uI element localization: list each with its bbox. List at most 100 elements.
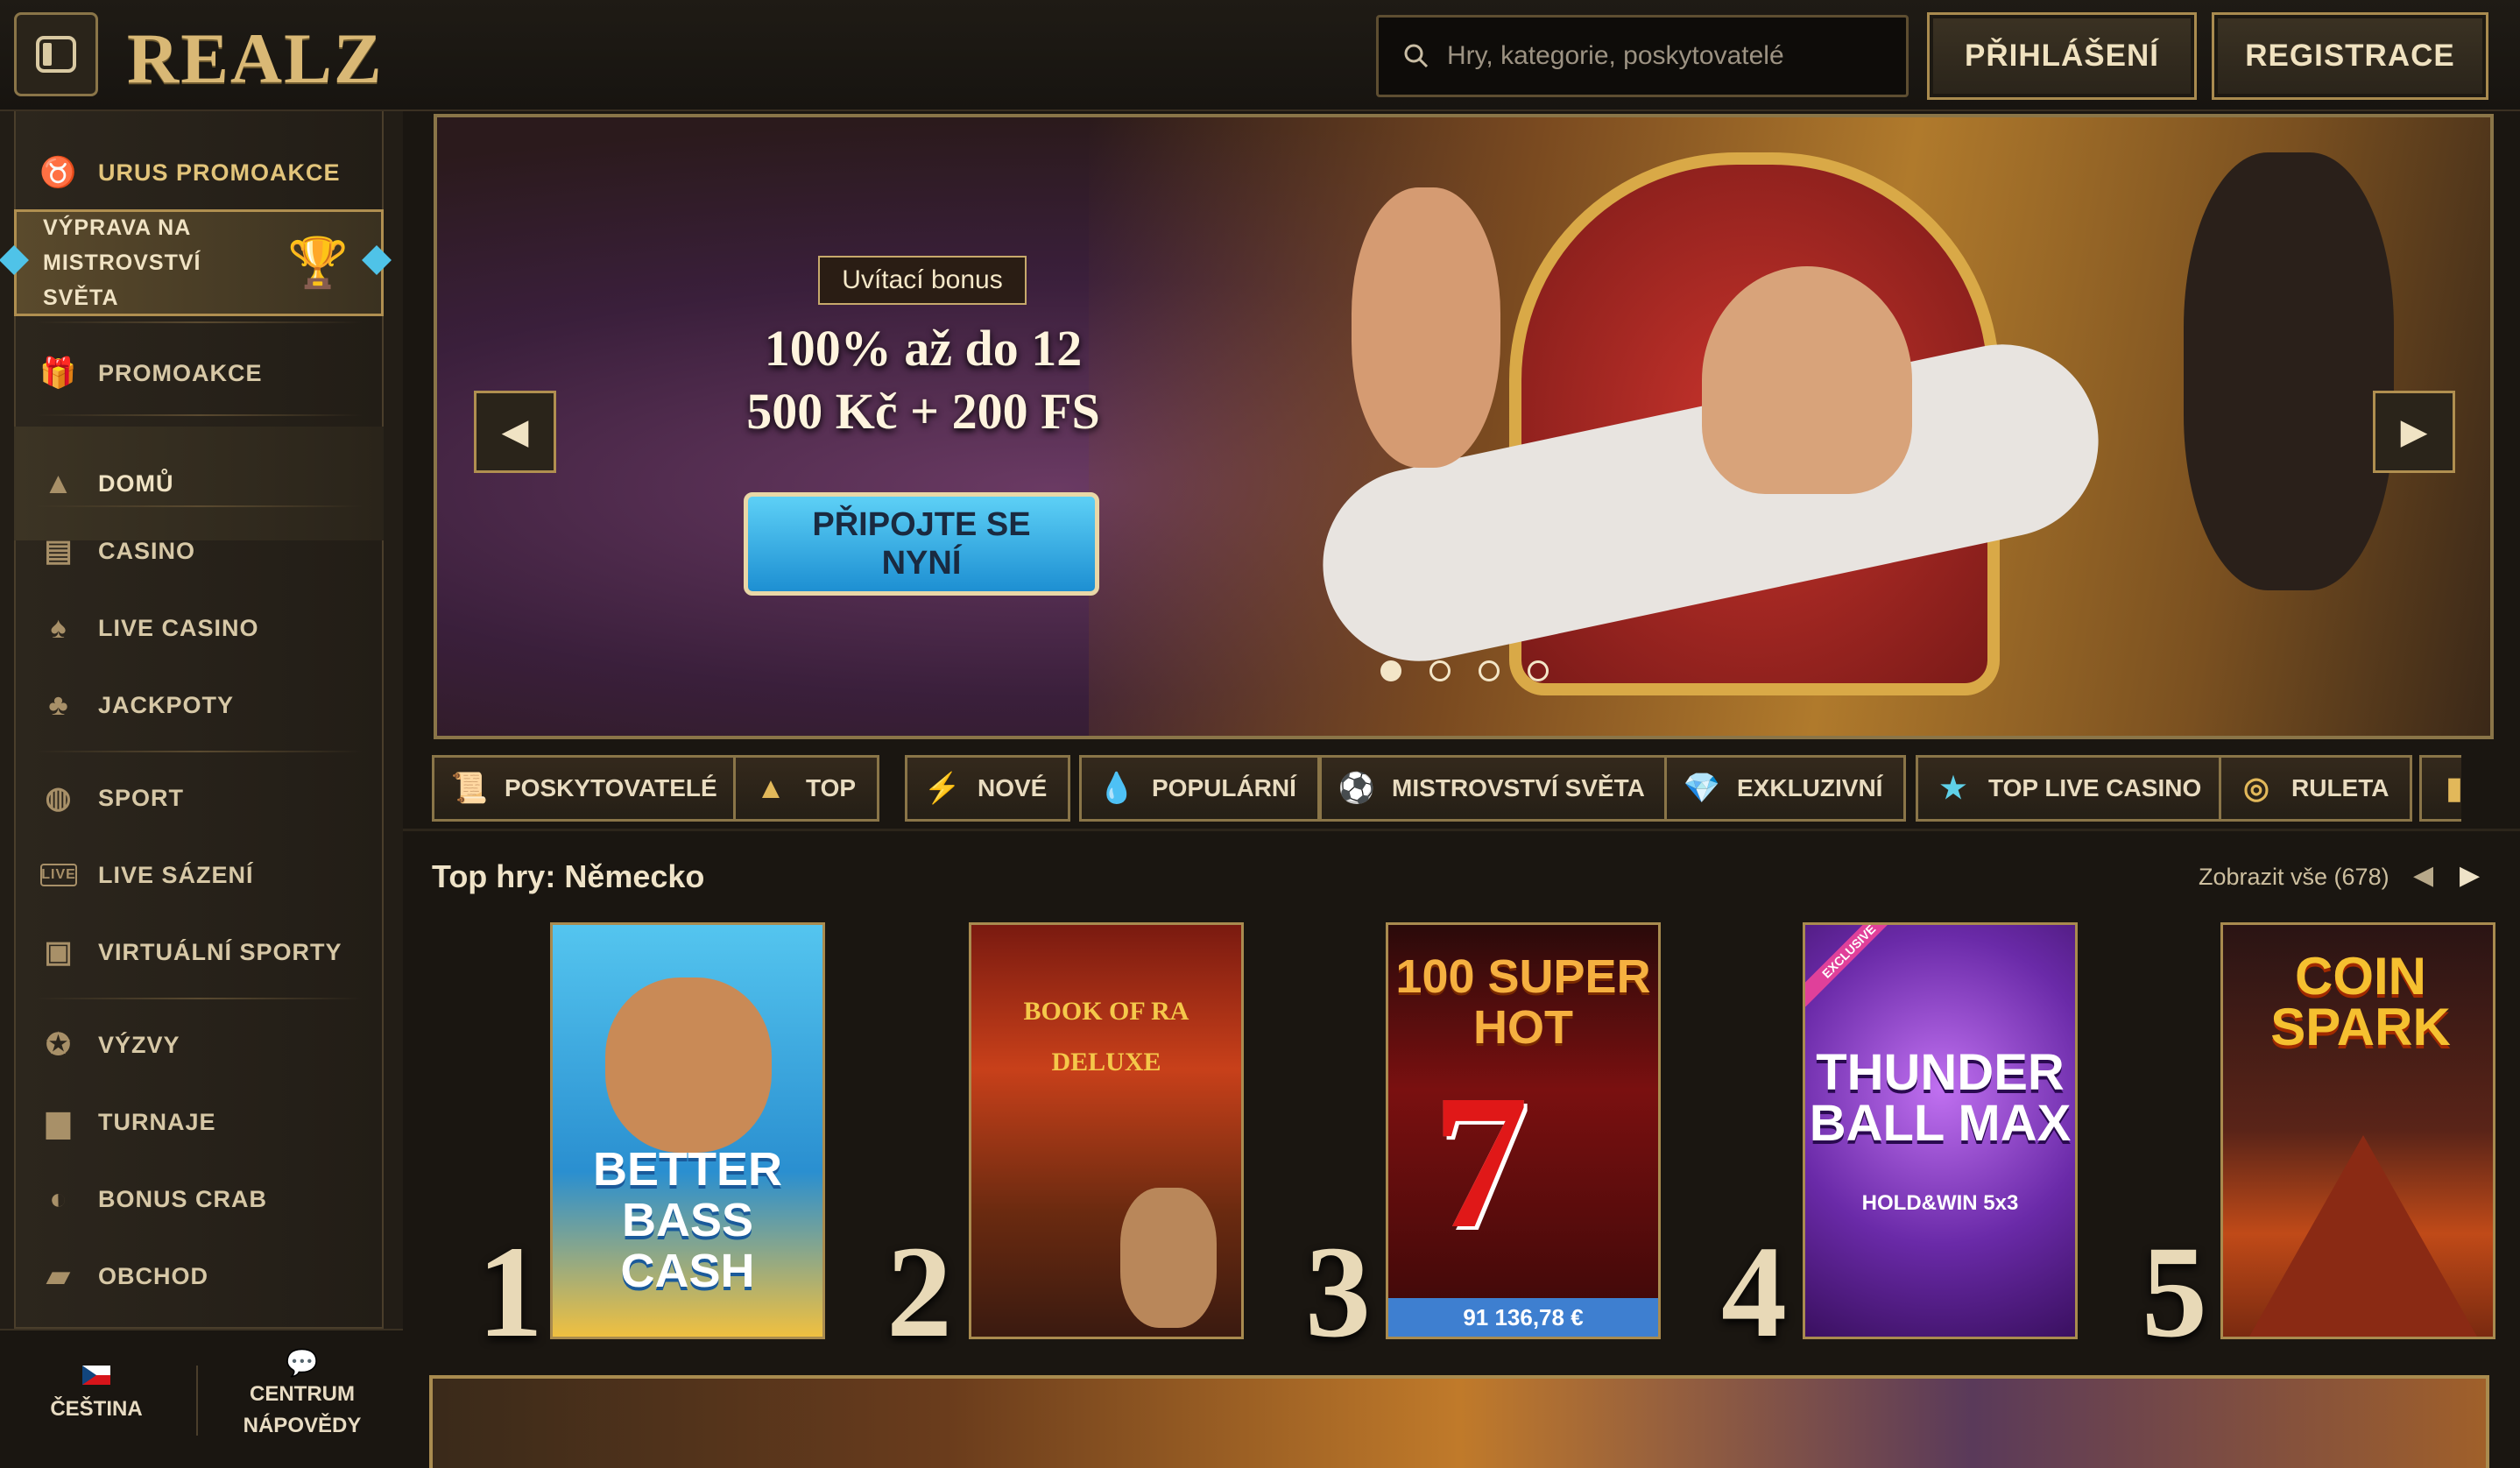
- search-input[interactable]: Hry, kategorie, poskytovatelé: [1376, 15, 1909, 97]
- arrow-left-icon: ◀: [2413, 861, 2434, 890]
- rank-number: 3: [1305, 1219, 1371, 1365]
- tab-more[interactable]: ▮: [2419, 755, 2461, 822]
- home-icon: ▲: [43, 466, 74, 500]
- join-now-button[interactable]: PŘIPOJTE SE NYNÍ: [744, 492, 1099, 596]
- game-art: [605, 977, 772, 1153]
- hero-next-button[interactable]: ▶: [2373, 391, 2455, 473]
- sidebar-item-label: CASINO: [98, 537, 196, 564]
- figure-shape: [1352, 187, 1500, 468]
- jackpot-amount: 91 136,78 €: [1388, 1298, 1658, 1337]
- volcano-shape: [2249, 1135, 2477, 1337]
- game-tile-coin-spark[interactable]: COIN SPARK: [2220, 922, 2495, 1339]
- card-icon: ♠: [50, 610, 67, 645]
- arrow-right-icon: ▶: [2400, 413, 2428, 451]
- chat-icon: 💬: [286, 1349, 319, 1378]
- clover-icon: ♣: [48, 688, 69, 722]
- language-selector[interactable]: ČEŠTINA: [35, 1366, 158, 1422]
- sidebar-item-sport[interactable]: ◍ SPORT: [14, 759, 384, 836]
- hero-banner[interactable]: Uvítací bonus 100% až do 12 500 Kč + 200…: [434, 114, 2494, 739]
- star-icon: ★: [1939, 772, 1967, 805]
- game-title: BETTER BASS CASH: [593, 1143, 782, 1297]
- tab-top-live-casino[interactable]: ★ TOP LIVE CASINO: [1916, 755, 2226, 822]
- tab-label: POSKYTOVATELÉ: [505, 774, 717, 801]
- tab-top[interactable]: ▲ TOP: [733, 755, 880, 822]
- figure-shape: [1702, 266, 1912, 494]
- tab-label: RULETA: [2291, 774, 2389, 801]
- sidebar-item-world-cup[interactable]: VÝPRAVA NA MISTROVSTVÍ SVĚTA 🏆: [14, 209, 384, 316]
- sidebar-item-label: VÝZVY: [98, 1031, 180, 1058]
- sidebar-item-bonus-crab[interactable]: ◐ BONUS CRAB: [14, 1161, 384, 1238]
- hero-prev-button[interactable]: ◀: [474, 391, 556, 473]
- section-divider: [403, 829, 2520, 831]
- shopping-bag-icon: ▰: [46, 1260, 71, 1293]
- logo[interactable]: REALZ: [127, 18, 384, 100]
- sidebar-item-shop[interactable]: ▰ OBCHOD: [14, 1238, 384, 1315]
- promo-banner-strip[interactable]: [429, 1375, 2489, 1468]
- games-prev-button[interactable]: ◀: [2413, 860, 2433, 891]
- game-tile-book-of-ra[interactable]: BOOK OF RA DELUXE: [969, 922, 1244, 1339]
- rank-number: 2: [886, 1219, 952, 1365]
- games-next-button[interactable]: ▶: [2460, 860, 2480, 891]
- sidebar-item-urus-promo[interactable]: ♉ URUS PROMOAKCE: [14, 129, 384, 216]
- hero-headline-line1: 100% až do 12: [764, 320, 1083, 377]
- game-tile-thunder-ball-max[interactable]: EXCLUSIVE THUNDER BALL MAX HOLD&WIN 5x3: [1803, 922, 2078, 1339]
- sidebar: ♉ URUS PROMOAKCE VÝPRAVA NA MISTROVSTVÍ …: [0, 111, 403, 1468]
- sidebar-item-promotions[interactable]: 🎁 PROMOAKCE: [14, 334, 384, 413]
- live-icon: LIVE: [40, 864, 77, 886]
- section-title: Top hry: Německo: [432, 858, 705, 894]
- scroll-icon: 📜: [450, 772, 489, 805]
- register-button[interactable]: REGISTRACE: [2212, 12, 2488, 100]
- hero-illustration: [1089, 117, 2490, 736]
- help-label-line1: CENTRUM: [250, 1382, 355, 1406]
- tab-new[interactable]: ⚡ NOVÉ: [905, 755, 1071, 822]
- sidebar-item-live-betting[interactable]: LIVE LIVE SÁZENÍ: [14, 836, 384, 914]
- divider: [196, 1366, 198, 1436]
- badge-icon: ✪: [46, 1028, 72, 1062]
- game-tile-better-bass-cash[interactable]: BETTER BASS CASH: [550, 922, 825, 1339]
- sidebar-item-label: PROMOAKCE: [98, 359, 263, 386]
- podium-icon: ▆: [46, 1105, 71, 1139]
- welcome-bonus-badge: Uvítací bonus: [818, 256, 1027, 305]
- carousel-dot[interactable]: [1380, 660, 1401, 681]
- carousel-dot[interactable]: [1479, 660, 1500, 681]
- pyramid-icon: ▲: [756, 771, 786, 805]
- sidebar-item-virtual-sports[interactable]: ▣ VIRTUÁLNÍ SPORTY: [14, 914, 384, 991]
- rank-number: 4: [1721, 1219, 1787, 1365]
- view-all-link[interactable]: Zobrazit vše (678): [2199, 864, 2389, 891]
- slot-machine-icon: ▤: [44, 534, 74, 568]
- search-placeholder: Hry, kategorie, poskytovatelé: [1447, 41, 1784, 70]
- sidebar-item-jackpots[interactable]: ♣ JACKPOTY: [14, 667, 384, 744]
- tab-roulette[interactable]: ◎ RULETA: [2219, 755, 2413, 822]
- help-center-button[interactable]: 💬 CENTRUM NÁPOVĚDY: [228, 1348, 377, 1442]
- carousel-dot[interactable]: [1528, 660, 1549, 681]
- sidebar-item-label: TURNAJE: [98, 1108, 216, 1135]
- sidebar-item-label: URUS PROMOAKCE: [98, 159, 341, 186]
- bull-icon: ♉: [39, 156, 78, 189]
- sidebar-item-casino[interactable]: ▤ CASINO: [14, 512, 384, 589]
- help-label-line2: NÁPOVĚDY: [243, 1414, 362, 1437]
- category-tabs: 📜 POSKYTOVATELÉ ▲ TOP ⚡ NOVÉ 💧 POPULÁRNÍ…: [429, 755, 2461, 822]
- game-tile-100-super-hot[interactable]: 100 SUPER HOT 7 91 136,78 €: [1386, 922, 1661, 1339]
- language-label: ČEŠTINA: [50, 1397, 143, 1421]
- carousel-dots: [1380, 660, 1549, 681]
- tab-exclusive[interactable]: 💎 EXKLUZIVNÍ: [1664, 755, 1907, 822]
- tab-popular[interactable]: 💧 POPULÁRNÍ: [1079, 755, 1320, 822]
- tab-label: POPULÁRNÍ: [1152, 774, 1296, 801]
- login-button[interactable]: PŘIHLÁŠENÍ: [1927, 12, 2197, 100]
- trophy-icon: 🏆: [287, 235, 349, 290]
- game-title: COIN SPARK: [2270, 947, 2451, 1056]
- lightning-icon: ⚡: [923, 772, 962, 805]
- menu-toggle-button[interactable]: [14, 12, 98, 96]
- figure-shape: [2184, 152, 2394, 590]
- divider: [35, 998, 363, 999]
- arrow-left-icon: ◀: [501, 413, 529, 451]
- drop-icon: 💧: [1098, 772, 1136, 805]
- sidebar-item-challenges[interactable]: ✪ VÝZVY: [14, 1006, 384, 1083]
- sidebar-item-live-casino[interactable]: ♠ LIVE CASINO: [14, 589, 384, 667]
- sidebar-item-label: JACKPOTY: [98, 691, 235, 718]
- top-bar: REALZ Hry, kategorie, poskytovatelé PŘIH…: [0, 0, 2520, 111]
- tab-world-cup[interactable]: ⚽ MISTROVSTVÍ SVĚTA: [1319, 755, 1669, 822]
- tab-providers[interactable]: 📜 POSKYTOVATELÉ: [432, 755, 741, 822]
- carousel-dot[interactable]: [1429, 660, 1451, 681]
- sidebar-item-tournaments[interactable]: ▆ TURNAJE: [14, 1083, 384, 1161]
